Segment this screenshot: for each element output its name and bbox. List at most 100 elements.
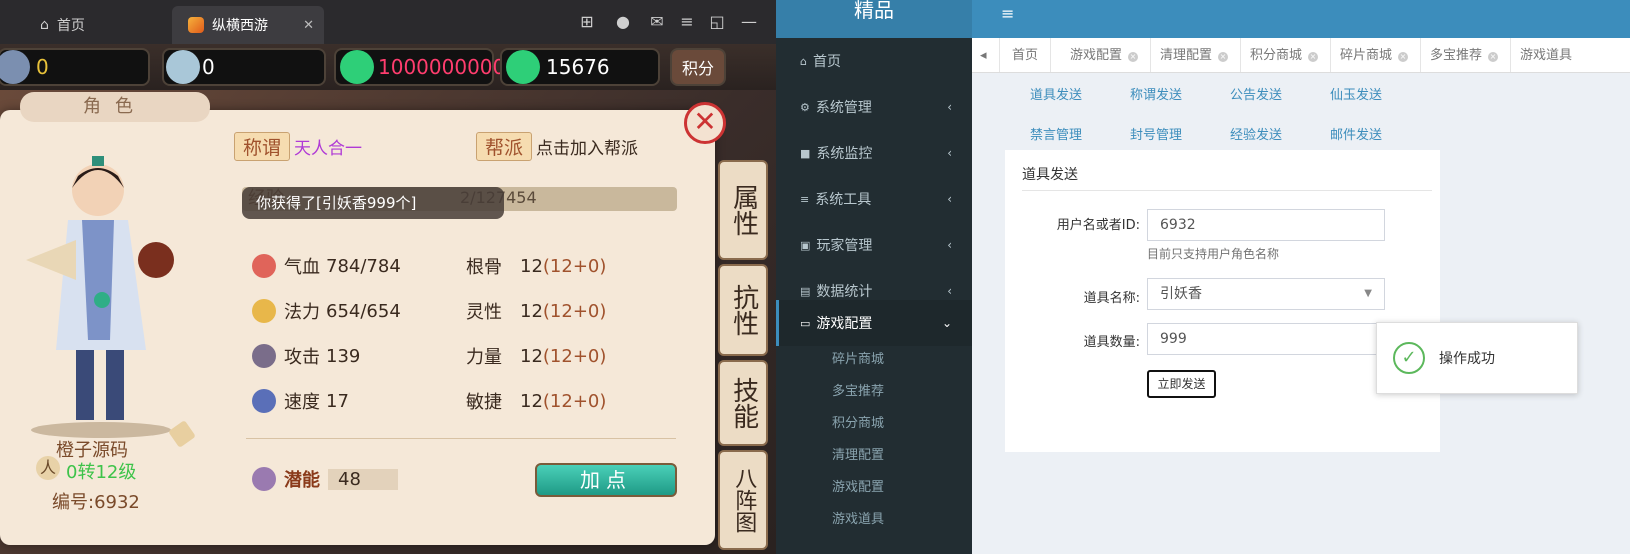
content-tab-label: 首页 xyxy=(1012,48,1039,63)
add-points-button[interactable]: 加点 xyxy=(535,463,677,497)
chevron-left-icon: ‹ xyxy=(947,238,952,252)
submenu-item[interactable]: 积分商城 xyxy=(776,408,972,440)
tab-formation[interactable]: 八阵图 xyxy=(718,450,768,550)
title-tag: 称谓 xyxy=(234,132,291,161)
content-tab-label: 积分商城 xyxy=(1250,48,1303,63)
hamburger-icon[interactable]: ≡ xyxy=(1001,4,1014,23)
quick-link[interactable]: 封号管理 xyxy=(1130,124,1182,143)
tab-game-label: 纵横西游 xyxy=(212,18,268,34)
tab-home[interactable]: ⌂ 首页 xyxy=(22,6,172,44)
quick-link[interactable]: 道具发送 xyxy=(1030,84,1082,103)
home-icon: ⌂ xyxy=(40,17,49,33)
sidebar-item-label: 系统监控 xyxy=(816,146,873,162)
sidebar-item-home[interactable]: ⌂ 首页 xyxy=(776,38,972,84)
content-tab-label: 游戏配置 xyxy=(1070,48,1123,63)
qty-input[interactable]: 999 xyxy=(1147,323,1385,355)
quick-link[interactable]: 仙玉发送 xyxy=(1330,84,1382,103)
close-tab-icon[interactable]: × xyxy=(1488,52,1499,62)
sidebar-item-monitor[interactable]: ■ 系统监控 ‹ xyxy=(776,130,972,176)
stat-label: 气血 xyxy=(284,257,320,278)
item-select-value: 引妖香 xyxy=(1160,286,1202,302)
chevron-down-icon: ⌄ xyxy=(941,316,952,330)
game-logo-icon xyxy=(188,17,204,33)
content-tab[interactable]: 游戏配置 × xyxy=(1058,38,1152,72)
content-tab[interactable]: 碎片商城 × xyxy=(1328,38,1422,72)
close-tab-icon[interactable]: × xyxy=(1308,52,1319,62)
content-tab[interactable]: 积分商城 × xyxy=(1238,38,1332,72)
stat-attack: 攻击 139 xyxy=(252,343,360,369)
sidebar-item-players[interactable]: ▣ 玩家管理 ‹ xyxy=(776,222,972,268)
submenu-item[interactable]: 游戏道具 xyxy=(776,504,972,536)
sidebar-item-label: 系统工具 xyxy=(815,192,872,208)
user-input[interactable]: 6932 xyxy=(1147,209,1385,241)
panel-close-button[interactable]: ✕ xyxy=(684,102,726,144)
sidebar-item-tools[interactable]: ≡ 系统工具 ‹ xyxy=(776,176,972,222)
gear-icon: ⚙ xyxy=(800,100,810,114)
admin-brand: 精品 xyxy=(776,0,972,38)
submenu-item[interactable]: 清理配置 xyxy=(776,440,972,472)
stat-label: 灵性 xyxy=(466,302,502,323)
sidebar-item-game-config[interactable]: ▭ 游戏配置 ⌄ xyxy=(776,300,972,346)
mail-icon[interactable]: ✉ xyxy=(646,11,668,33)
menu-icon[interactable]: ≡ xyxy=(676,11,698,33)
send-button[interactable]: 立即发送 xyxy=(1147,370,1216,398)
guild-value[interactable]: 点击加入帮派 xyxy=(536,134,638,159)
tabs-scroll-left-icon[interactable]: ◂ xyxy=(972,38,1000,72)
stat-label: 速度 xyxy=(284,392,320,413)
quick-link[interactable]: 经验发送 xyxy=(1230,124,1282,143)
stat-constitution: 根骨 12 (12+0) xyxy=(466,253,606,279)
content-tab[interactable]: 多宝推荐 × xyxy=(1418,38,1512,72)
divider xyxy=(246,438,676,439)
stat-label: 根骨 xyxy=(466,257,502,278)
tab-attributes[interactable]: 属性 xyxy=(718,160,768,260)
content-tab-label: 清理配置 xyxy=(1160,48,1213,63)
mana-icon xyxy=(252,299,276,323)
user-icon[interactable]: ● xyxy=(612,11,634,33)
silver-value: 0 xyxy=(202,55,215,79)
stat-extra: (12+0) xyxy=(542,390,607,412)
reward-toast: 你获得了[引妖香999个] xyxy=(242,187,504,219)
tab-game[interactable]: 纵横西游 ✕ xyxy=(172,6,324,44)
tab-resistance[interactable]: 抗性 xyxy=(718,264,768,356)
points-button[interactable]: 积分 xyxy=(670,48,726,86)
desktop-icon: ▭ xyxy=(800,316,811,330)
success-toast: ✓ 操作成功 xyxy=(1376,322,1578,394)
stat-agility: 敏捷 12 (12+0) xyxy=(466,388,606,414)
locked-jade-resource: 15676 xyxy=(500,48,660,86)
quick-link[interactable]: 禁言管理 xyxy=(1030,124,1082,143)
submenu-item[interactable]: 多宝推荐 xyxy=(776,376,972,408)
submenu-item[interactable]: 碎片商城 xyxy=(776,344,972,376)
tab-skills[interactable]: 技能 xyxy=(718,360,768,446)
tab-home-label: 首页 xyxy=(56,18,85,34)
quick-link[interactable]: 邮件发送 xyxy=(1330,124,1382,143)
lightning-icon xyxy=(252,389,276,413)
item-select[interactable]: 引妖香 ▼ xyxy=(1147,278,1385,310)
guild-row[interactable]: 帮派 点击加入帮派 xyxy=(476,132,638,161)
stat-value: 12 xyxy=(520,300,543,322)
stat-hp: 气血 784/784 xyxy=(252,253,401,279)
quick-link[interactable]: 公告发送 xyxy=(1230,84,1282,103)
character-level: 0转12级 xyxy=(66,462,137,483)
sidebar-item-system[interactable]: ⚙ 系统管理 ‹ xyxy=(776,84,972,130)
user-card-icon: ▣ xyxy=(800,238,811,252)
stat-value: 139 xyxy=(326,345,361,367)
tab-resistance-label: 抗性 xyxy=(728,284,759,336)
stat-extra: (12+0) xyxy=(542,345,607,367)
minimize-icon[interactable]: — xyxy=(738,11,760,33)
sidebar-item-label: 首页 xyxy=(812,54,841,70)
content-tab[interactable]: 清理配置 × xyxy=(1148,38,1242,72)
close-tab-icon[interactable]: × xyxy=(1398,52,1409,62)
quick-link[interactable]: 称谓发送 xyxy=(1130,84,1182,103)
character-id: 编号:6932 xyxy=(52,492,140,513)
close-tab-icon[interactable]: × xyxy=(1218,52,1229,62)
tab-attributes-label: 属性 xyxy=(728,184,759,236)
close-tab-icon[interactable]: × xyxy=(1128,52,1139,62)
close-tab-icon[interactable]: ✕ xyxy=(303,18,314,33)
stat-strength: 力量 12 (12+0) xyxy=(466,343,606,369)
gamepad-icon[interactable]: ⊞ xyxy=(576,11,598,33)
sidebar-item-label: 数据统计 xyxy=(816,284,873,300)
restore-icon[interactable]: ◱ xyxy=(706,11,728,33)
submenu-item[interactable]: 游戏配置 xyxy=(776,472,972,504)
content-tab[interactable]: 首页 xyxy=(1000,38,1052,72)
content-tab[interactable]: 游戏道具 xyxy=(1508,38,1584,72)
